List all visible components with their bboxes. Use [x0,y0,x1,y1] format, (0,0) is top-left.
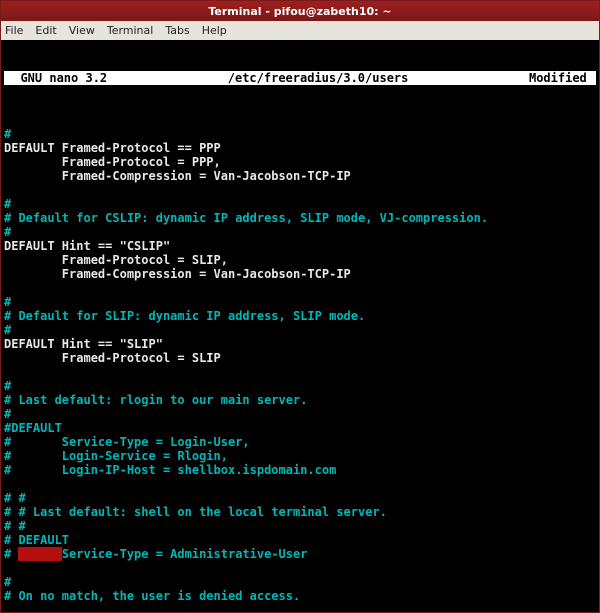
editor-line: # # [4,519,596,533]
text-segment: Framed-Protocol = SLIP [4,351,221,365]
nano-modified: Modified [529,71,596,85]
editor-line [4,603,596,612]
terminal-window: Terminal - pifou@zabeth10: ~ File Edit V… [0,0,600,613]
text-segment: DEFAULT Hint == "CSLIP" [4,239,170,253]
editor-line: # [4,379,596,393]
text-segment: DEFAULT Hint == "SLIP" [4,337,163,351]
editor-line: # Login-IP-Host = shellbox.ispdomain.com [4,463,596,477]
editor-line: #DEFAULT [4,421,596,435]
text-segment: # [4,407,11,421]
editor-line [4,561,596,575]
menu-edit[interactable]: Edit [35,24,56,37]
text-segment: # [4,547,18,561]
editor-line [4,281,596,295]
menu-file[interactable]: File [5,24,23,37]
text-segment: # Last default: rlogin to our main serve… [4,393,307,407]
nano-statusbar: GNU nano 3.2 /etc/freeradius/3.0/users M… [4,71,596,85]
text-segment: # DEFAULT [4,533,69,547]
text-segment: Framed-Compression = Van-Jacobson-TCP-IP [4,267,351,281]
text-segment: # [4,225,11,239]
editor-line: # [4,225,596,239]
editor-line: Framed-Protocol = SLIP [4,351,596,365]
text-segment: # # [4,519,26,533]
editor-line: # Login-Service = Rlogin, [4,449,596,463]
text-segment [18,547,61,561]
editor-line: # Default for CSLIP: dynamic IP address,… [4,211,596,225]
editor-line: DEFAULT Hint == "SLIP" [4,337,596,351]
editor-line: # [4,323,596,337]
editor-line: # [4,295,596,309]
editor-content[interactable]: #DEFAULT Framed-Protocol == PPP Framed-P… [4,113,596,612]
menu-help[interactable]: Help [202,24,227,37]
menu-view[interactable]: View [69,24,95,37]
text-segment: Framed-Protocol = PPP, [4,155,221,169]
editor-line: # Service-Type = Login-User, [4,435,596,449]
text-segment: # [4,127,11,141]
menu-terminal[interactable]: Terminal [107,24,154,37]
editor-line: DEFAULT Framed-Protocol == PPP [4,141,596,155]
text-segment: # On no match, the user is denied access… [4,589,300,603]
window-titlebar[interactable]: Terminal - pifou@zabeth10: ~ [1,1,599,21]
editor-line: Framed-Compression = Van-Jacobson-TCP-IP [4,169,596,183]
nano-version: GNU nano 3.2 [4,71,107,85]
editor-line [4,183,596,197]
editor-line: Framed-Protocol = PPP, [4,155,596,169]
text-segment: # [4,379,11,393]
editor-line: # Default for SLIP: dynamic IP address, … [4,309,596,323]
window-title: Terminal - pifou@zabeth10: ~ [208,5,391,18]
menubar: File Edit View Terminal Tabs Help [1,21,599,41]
editor-line: # [4,407,596,421]
text-segment: # [4,197,11,211]
text-segment: # Login-IP-Host = shellbox.ispdomain.com [4,463,336,477]
editor-line: # # [4,491,596,505]
text-segment: # Service-Type = Login-User, [4,435,250,449]
editor-line: Framed-Compression = Van-Jacobson-TCP-IP [4,267,596,281]
editor-line: # [4,197,596,211]
text-segment: # Default for CSLIP: dynamic IP address,… [4,211,488,225]
editor-line [4,477,596,491]
editor-line [4,365,596,379]
editor-line: # [4,127,596,141]
editor-line [4,113,596,127]
editor-line: # Last default: rlogin to our main serve… [4,393,596,407]
terminal-viewport[interactable]: GNU nano 3.2 /etc/freeradius/3.0/users M… [1,41,599,612]
text-segment: # [4,295,11,309]
text-segment: # # [4,491,26,505]
menu-tabs[interactable]: Tabs [165,24,189,37]
editor-line: Framed-Protocol = SLIP, [4,253,596,267]
editor-line: # # Last default: shell on the local ter… [4,505,596,519]
editor-line: # DEFAULT [4,533,596,547]
text-segment: Framed-Protocol = SLIP, [4,253,228,267]
text-segment: # [4,323,11,337]
text-segment: Service-Type = Administrative-User [62,547,308,561]
text-segment: DEFAULT Framed-Protocol == PPP [4,141,221,155]
editor-line: # [4,575,596,589]
text-segment: #DEFAULT [4,421,62,435]
editor-line: # Service-Type = Administrative-User [4,547,596,561]
editor-line: # On no match, the user is denied access… [4,589,596,603]
text-segment: # Login-Service = Rlogin, [4,449,228,463]
text-segment: # # Last default: shell on the local ter… [4,505,387,519]
text-segment: # Default for SLIP: dynamic IP address, … [4,309,365,323]
nano-filename: /etc/freeradius/3.0/users [107,71,529,85]
editor-line: DEFAULT Hint == "CSLIP" [4,239,596,253]
text-segment: # [4,575,11,589]
text-segment: Framed-Compression = Van-Jacobson-TCP-IP [4,169,351,183]
